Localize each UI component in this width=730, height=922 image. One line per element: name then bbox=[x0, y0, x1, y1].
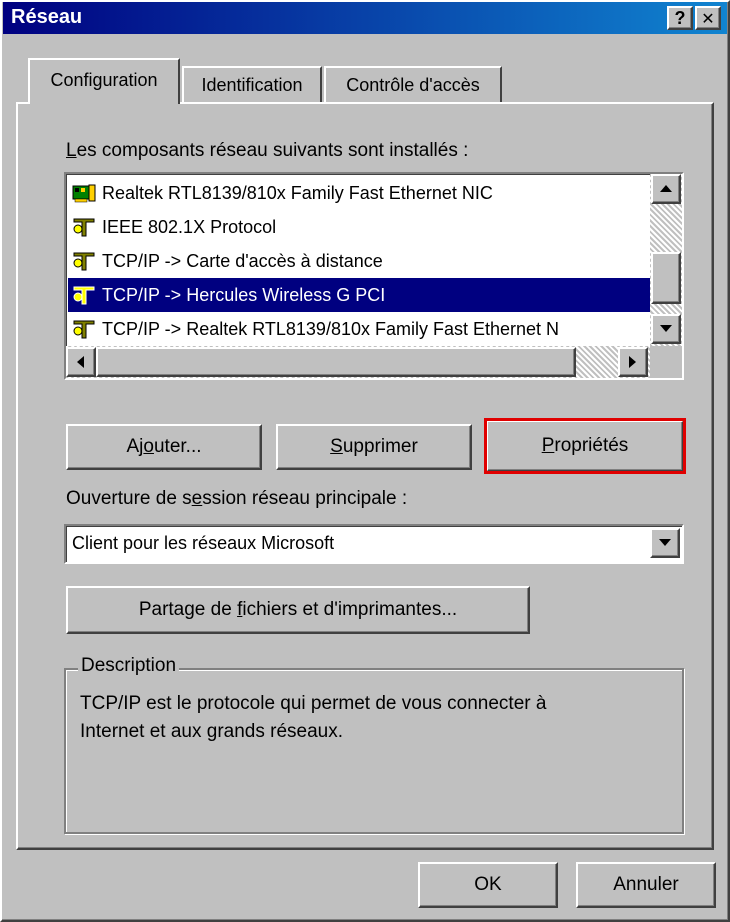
vertical-scrollbar[interactable] bbox=[650, 174, 682, 346]
list-item[interactable]: TCP/IP -> Carte d'accès à distance bbox=[68, 244, 650, 278]
scroll-left-button[interactable] bbox=[66, 347, 96, 377]
add-button-label: Ajouter... bbox=[126, 436, 202, 457]
logon-label: Ouverture de session réseau principale : bbox=[66, 488, 408, 509]
description-line: Internet et aux grands réseaux. bbox=[80, 721, 343, 742]
list-item-label: TCP/IP -> Realtek RTL8139/810x Family Fa… bbox=[102, 319, 560, 339]
list-item-label: IEEE 802.1X Protocol bbox=[102, 217, 277, 237]
list-item-label: TCP/IP -> Hercules Wireless G PCI bbox=[102, 285, 386, 305]
dropdown-button[interactable] bbox=[650, 528, 680, 558]
cancel-button[interactable]: Annuler bbox=[576, 862, 716, 908]
tab-access-control[interactable]: Contrôle d'accès bbox=[324, 66, 502, 102]
properties-button[interactable]: Propriétés bbox=[484, 418, 686, 474]
remove-button-label: Supprimer bbox=[330, 436, 418, 457]
arrow-left-icon bbox=[77, 356, 84, 368]
close-button[interactable]: ✕ bbox=[695, 6, 721, 30]
file-print-sharing-button[interactable]: Partage de fichiers et d'imprimantes... bbox=[66, 586, 530, 634]
title-bar[interactable]: Réseau ? ✕ bbox=[3, 2, 727, 34]
components-listbox[interactable]: Realtek RTL8139/810x Family Fast Etherne… bbox=[64, 172, 684, 380]
scrollbar-corner bbox=[650, 346, 682, 378]
components-label: Les composants réseau suivants sont inst… bbox=[66, 140, 469, 161]
list-item[interactable]: TCP/IP -> Realtek RTL8139/810x Family Fa… bbox=[68, 312, 650, 346]
description-legend: Description bbox=[78, 655, 180, 677]
list-item[interactable]: Realtek RTL8139/810x Family Fast Etherne… bbox=[68, 176, 650, 210]
primary-logon-select[interactable]: Client pour les réseaux Microsoft bbox=[64, 524, 684, 564]
protocol-icon bbox=[73, 252, 95, 271]
tab-label: Identification bbox=[201, 75, 303, 95]
tab-identification[interactable]: Identification bbox=[182, 66, 322, 102]
horizontal-scroll-thumb[interactable] bbox=[96, 347, 576, 377]
cancel-button-label: Annuler bbox=[613, 874, 679, 895]
protocol-icon bbox=[73, 320, 95, 339]
protocol-icon bbox=[73, 286, 95, 305]
properties-button-label: Propriétés bbox=[541, 435, 629, 456]
description-line: TCP/IP est le protocole qui permet de vo… bbox=[80, 693, 547, 714]
primary-logon-value: Client pour les réseaux Microsoft bbox=[72, 533, 335, 553]
file-print-sharing-label: Partage de fichiers et d'imprimantes... bbox=[138, 599, 458, 620]
arrow-up-icon bbox=[660, 185, 672, 192]
close-icon: ✕ bbox=[701, 11, 715, 28]
scroll-right-button[interactable] bbox=[618, 347, 648, 377]
chevron-down-icon bbox=[659, 539, 671, 546]
help-icon: ? bbox=[674, 8, 686, 28]
horizontal-scrollbar[interactable] bbox=[66, 346, 650, 378]
help-button[interactable]: ? bbox=[667, 6, 693, 30]
list-item[interactable]: IEEE 802.1X Protocol bbox=[68, 210, 650, 244]
add-button[interactable]: Ajouter... bbox=[66, 424, 262, 470]
active-tab-joiner bbox=[30, 100, 178, 106]
scroll-down-button[interactable] bbox=[651, 314, 681, 344]
list-item-label: Realtek RTL8139/810x Family Fast Etherne… bbox=[102, 183, 493, 203]
window-title: Réseau bbox=[11, 6, 83, 28]
arrow-right-icon bbox=[629, 356, 636, 368]
ok-button[interactable]: OK bbox=[418, 862, 558, 908]
tab-label: Configuration bbox=[50, 70, 158, 90]
tab-configuration[interactable]: Configuration bbox=[28, 58, 180, 104]
scroll-up-button[interactable] bbox=[651, 174, 681, 204]
remove-button[interactable]: Supprimer bbox=[276, 424, 472, 470]
description-text: TCP/IP est le protocole qui permet de vo… bbox=[80, 690, 670, 746]
arrow-down-icon bbox=[660, 325, 672, 332]
tab-label: Contrôle d'accès bbox=[346, 75, 480, 95]
protocol-icon bbox=[73, 218, 95, 237]
vertical-scroll-thumb[interactable] bbox=[651, 252, 681, 304]
network-card-icon bbox=[72, 184, 96, 203]
list-item-label: TCP/IP -> Carte d'accès à distance bbox=[102, 251, 383, 271]
ok-button-label: OK bbox=[474, 874, 502, 895]
list-item-selected[interactable]: TCP/IP -> Hercules Wireless G PCI bbox=[68, 278, 650, 312]
